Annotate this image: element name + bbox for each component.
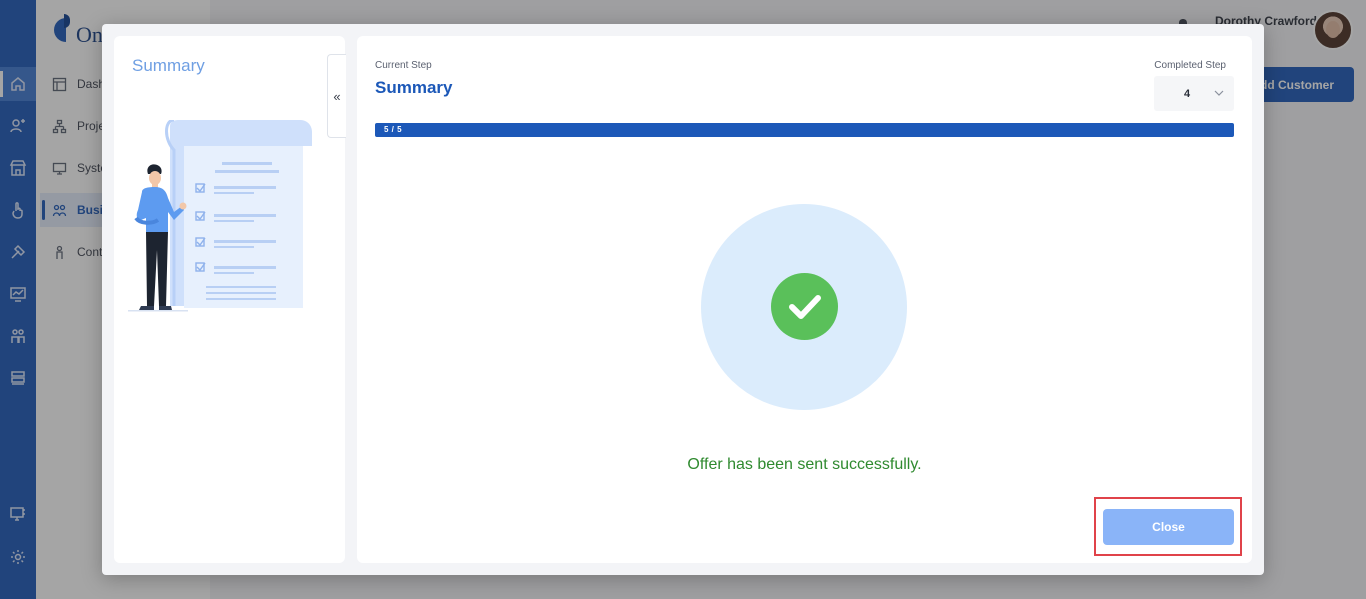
success-message: Offer has been sent successfully. (687, 456, 922, 473)
close-button[interactable]: Close (1103, 509, 1234, 545)
chevron-double-left-icon: « (333, 88, 341, 104)
check-icon (788, 294, 821, 319)
current-step-label: Current Step (375, 60, 432, 71)
step-progress-bar: 5 / 5 (375, 123, 1234, 137)
completed-step-select[interactable]: 4 (1154, 76, 1234, 111)
chevron-down-icon (1214, 90, 1224, 96)
success-illustration (701, 204, 907, 410)
progress-fill (375, 123, 1234, 137)
wizard-main-panel: Current Step Summary Completed Step 4 5 … (357, 36, 1252, 563)
check-circle-icon (771, 273, 838, 340)
offer-wizard-modal: Summary « Current Step Summary Completed… (102, 24, 1264, 575)
current-step-title: Summary (375, 78, 453, 97)
side-panel-title: Summary (132, 56, 205, 75)
summary-illustration (128, 120, 312, 312)
completed-step-label: Completed Step (1154, 60, 1226, 71)
completed-step-value: 4 (1184, 87, 1191, 100)
progress-text: 5 / 5 (384, 125, 403, 134)
collapse-panel-button[interactable]: « (327, 54, 346, 138)
wizard-side-panel: Summary (114, 36, 345, 563)
